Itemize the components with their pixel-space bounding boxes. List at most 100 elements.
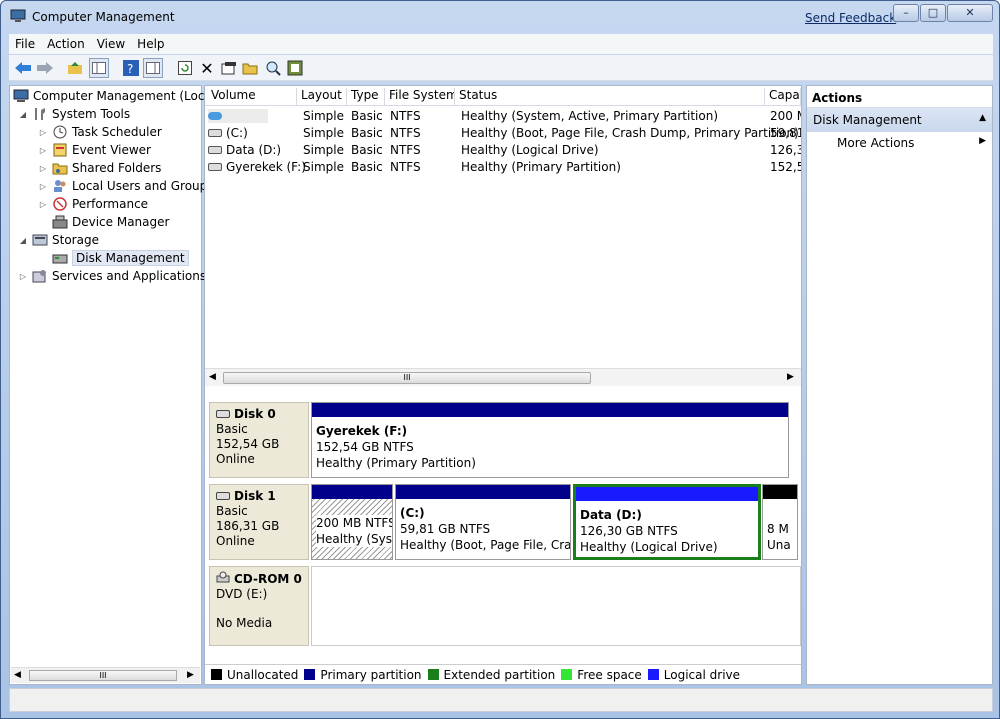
col-capacity[interactable]: Capac — [765, 88, 801, 106]
maximize-button[interactable]: □ — [920, 4, 946, 22]
capacity-cell: 126,30 — [770, 143, 801, 157]
cdrom-type: DVD (E:) — [216, 587, 268, 601]
layout-cell: Simple — [303, 109, 344, 123]
col-file-system[interactable]: File System — [385, 88, 455, 106]
partition-color-bar — [763, 485, 797, 499]
show-hide-action-pane-icon[interactable] — [143, 58, 163, 78]
tree-services[interactable]: ▷ Services and Applications — [18, 267, 206, 285]
minimize-button[interactable]: – — [893, 4, 919, 22]
tree-device-manager[interactable]: Device Manager — [52, 213, 169, 231]
menu-action[interactable]: Action — [41, 34, 91, 54]
window-title: Computer Management — [32, 10, 175, 24]
expand-arrow-icon[interactable]: ▷ — [38, 146, 48, 155]
services-icon — [32, 269, 48, 283]
collapse-arrow-icon[interactable]: ◢ — [18, 110, 28, 119]
disk1-label[interactable]: Disk 1 Basic 186,31 GB Online — [209, 484, 309, 560]
scroll-left-arrow-icon[interactable]: ◀ — [209, 372, 216, 382]
menu-file[interactable]: File — [9, 34, 41, 54]
disk-properties-icon[interactable] — [285, 58, 305, 78]
col-type[interactable]: Type — [347, 88, 385, 106]
partition-c[interactable]: (C:) 59,81 GB NTFS Healthy (Boot, Page F… — [395, 484, 571, 560]
layout-cell: Simple — [303, 126, 344, 140]
partition-status: Healthy (Primary Partition) — [316, 456, 476, 470]
scroll-right-arrow-icon[interactable]: ▶ — [187, 670, 194, 680]
delete-icon[interactable]: ✕ — [197, 58, 217, 78]
disk0-name: Disk 0 — [234, 407, 276, 421]
legend-extended: Extended partition — [427, 668, 555, 682]
table-row[interactable]: Data (D:) Simple Basic NTFS Healthy (Log… — [205, 142, 801, 159]
menu-view[interactable]: View — [91, 34, 131, 54]
expand-arrow-icon[interactable]: ▷ — [38, 128, 48, 137]
volume-scroll-thumb[interactable]: III — [223, 372, 591, 384]
title-bar: Computer Management Send Feedback – □ ✕ — [1, 1, 999, 33]
fs-cell: NTFS — [390, 143, 421, 157]
drive-icon — [208, 146, 222, 154]
send-feedback-link[interactable]: Send Feedback — [805, 11, 896, 25]
tree-horizontal-scrollbar[interactable]: ◀ III ▶ — [11, 667, 200, 683]
help-icon[interactable]: ? — [121, 58, 141, 78]
tree-performance[interactable]: ▷ Performance — [38, 195, 148, 213]
menu-help[interactable]: Help — [131, 34, 170, 54]
disk-icon — [216, 492, 230, 500]
cdrom-label[interactable]: CD-ROM 0 DVD (E:) No Media — [209, 566, 309, 646]
tree-shared-folders[interactable]: ▷ Shared Folders — [38, 159, 161, 177]
type-cell: Basic — [351, 143, 383, 157]
expand-arrow-icon[interactable]: ▷ — [38, 200, 48, 209]
tree-system-tools[interactable]: ◢ System Tools — [18, 105, 130, 123]
partition-status: Healthy (Syst — [316, 532, 393, 546]
actions-header: Actions — [807, 86, 992, 108]
partition-color-bar — [576, 487, 758, 501]
disk1-name: Disk 1 — [234, 489, 276, 503]
up-folder-icon[interactable] — [65, 58, 85, 78]
properties-icon[interactable] — [219, 58, 239, 78]
type-cell: Basic — [351, 160, 383, 174]
col-volume[interactable]: Volume — [207, 88, 297, 106]
tree-local-users-label: Local Users and Groups — [72, 179, 214, 193]
forward-arrow-icon[interactable] — [35, 58, 55, 78]
volume-cell: Gyerekek (F:) — [208, 160, 306, 174]
partition-f[interactable]: Gyerekek (F:) 152,54 GB NTFS Healthy (Pr… — [311, 402, 789, 478]
partition-unallocated[interactable]: 8 M Una — [762, 484, 798, 560]
refresh-icon[interactable] — [175, 58, 195, 78]
expand-arrow-icon[interactable]: ▷ — [38, 182, 48, 191]
status-cell: Healthy (Boot, Page File, Crash Dump, Pr… — [461, 126, 799, 140]
type-cell: Basic — [351, 126, 383, 140]
search-disk-icon[interactable] — [263, 58, 283, 78]
tree-scroll-thumb[interactable]: III — [29, 670, 177, 681]
partition-system[interactable]: 200 MB NTFS Healthy (Syst — [311, 484, 393, 560]
tree-task-scheduler[interactable]: ▷ Task Scheduler — [38, 123, 162, 141]
scroll-left-arrow-icon[interactable]: ◀ — [14, 670, 21, 680]
tree-event-viewer[interactable]: ▷ Event Viewer — [38, 141, 151, 159]
tree-root-label: Computer Management (Local — [33, 89, 216, 103]
volume-table-scrollbar[interactable]: ◀ III ▶ — [205, 368, 801, 386]
partition-name: Data (D:) — [580, 508, 642, 522]
partition-d[interactable]: Data (D:) 126,30 GB NTFS Healthy (Logica… — [573, 484, 761, 560]
svg-text:?: ? — [127, 62, 133, 76]
collapse-arrow-icon[interactable]: ◢ — [18, 236, 28, 245]
table-row[interactable]: Simple Basic NTFS Healthy (System, Activ… — [205, 108, 801, 125]
more-actions-item[interactable]: More Actions ▶ — [807, 132, 992, 154]
disk0-label[interactable]: Disk 0 Basic 152,54 GB Online — [209, 402, 309, 478]
menu-bar: File Action View Help — [9, 34, 993, 54]
collapse-up-icon[interactable]: ▲ — [979, 113, 986, 127]
table-row[interactable]: (C:) Simple Basic NTFS Healthy (Boot, Pa… — [205, 125, 801, 142]
tree-task-scheduler-label: Task Scheduler — [72, 125, 162, 139]
tree-disk-management[interactable]: Disk Management — [52, 249, 189, 267]
tree-storage[interactable]: ◢ Storage — [18, 231, 99, 249]
close-button[interactable]: ✕ — [947, 4, 993, 22]
tree-local-users[interactable]: ▷ Local Users and Groups — [38, 177, 214, 195]
open-folder-icon[interactable] — [241, 58, 261, 78]
volume-table-header: Volume Layout Type File System Status Ca… — [205, 86, 801, 106]
scroll-right-arrow-icon[interactable]: ▶ — [787, 372, 794, 382]
app-window: Computer Management Send Feedback – □ ✕ … — [0, 0, 1000, 719]
back-arrow-icon[interactable] — [13, 58, 33, 78]
actions-section-disk-management[interactable]: Disk Management ▲ — [807, 108, 992, 132]
expand-arrow-icon[interactable]: ▷ — [38, 164, 48, 173]
show-hide-tree-icon[interactable] — [89, 58, 109, 78]
tree-root[interactable]: Computer Management (Local — [13, 87, 215, 105]
col-status[interactable]: Status — [455, 88, 765, 106]
col-layout[interactable]: Layout — [297, 88, 347, 106]
expand-arrow-icon[interactable]: ▷ — [18, 272, 28, 281]
capacity-cell: 152,54 — [770, 160, 801, 174]
table-row[interactable]: Gyerekek (F:) Simple Basic NTFS Healthy … — [205, 159, 801, 176]
